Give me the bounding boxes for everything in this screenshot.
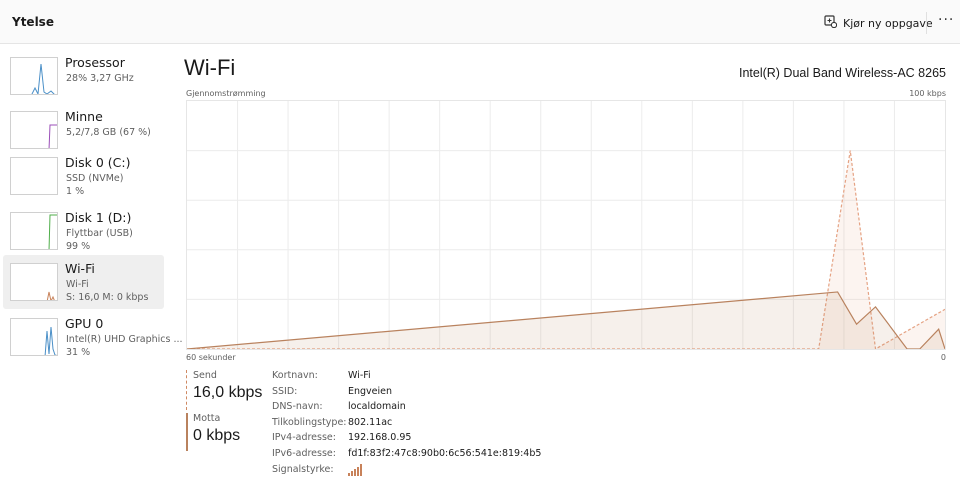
send-stat: Send 16,0 kbps xyxy=(186,370,262,410)
sidebar-item-detail: 28% 3,27 GHz xyxy=(66,73,134,84)
memory-mini-graph xyxy=(10,111,58,149)
property-key: SSID: xyxy=(272,385,298,397)
chart-y-max: 100 kbps xyxy=(909,89,946,98)
sidebar-item-cpu[interactable]: Prosessor 28% 3,27 GHz xyxy=(3,49,164,103)
sidebar-item-usage: 1 % xyxy=(66,186,85,197)
chart-x-label: 60 sekunder xyxy=(186,353,236,362)
signal-strength-icon xyxy=(348,463,362,479)
chart-x-min: 0 xyxy=(940,353,946,362)
property-key: Tilkoblingstype: xyxy=(272,416,347,428)
send-value: 16,0 kbps xyxy=(193,384,263,401)
sidebar-item-detail: 5,2/7,8 GB (67 %) xyxy=(66,127,151,138)
throughput-chart-svg xyxy=(186,101,946,350)
chart-y-label: Gjennomstrømming xyxy=(186,89,266,98)
property-key: IPv4-adresse: xyxy=(272,432,336,444)
property-key: DNS-navn: xyxy=(272,401,323,413)
sidebar-item-label: Wi-Fi xyxy=(65,261,95,276)
run-new-task-button[interactable]: Kjør ny oppgave xyxy=(824,14,933,32)
chart-series-area-1 xyxy=(187,291,945,349)
send-label: Send xyxy=(193,370,217,381)
property-value: Wi-Fi xyxy=(348,370,371,381)
adapter-name: Intel(R) Dual Band Wireless-AC 8265 xyxy=(738,66,946,80)
sidebar: Prosessor 28% 3,27 GHz Minne 5,2/7,8 GB … xyxy=(0,44,183,490)
property-key: IPv6-adresse: xyxy=(272,447,336,459)
cpu-mini-graph xyxy=(10,57,58,95)
top-bar: Ytelse Kjør ny oppgave ··· xyxy=(0,0,960,44)
sidebar-item-disk1[interactable]: Disk 1 (D:) Flyttbar (USB) 99 % xyxy=(3,204,164,258)
sidebar-item-gpu[interactable]: GPU 0 Intel(R) UHD Graphics ... 31 % xyxy=(3,310,183,364)
property-value: 192.168.0.95 xyxy=(348,432,412,444)
page-title: Ytelse xyxy=(12,15,54,29)
sidebar-item-usage: S: 16,0 M: 0 kbps xyxy=(66,292,149,303)
gpu-mini-graph xyxy=(10,318,58,356)
sidebar-item-label: Disk 0 (C:) xyxy=(65,155,131,170)
disk0-mini-graph xyxy=(10,157,58,195)
sidebar-item-label: Minne xyxy=(65,109,103,124)
receive-label: Motta xyxy=(193,413,221,424)
sidebar-item-disk0[interactable]: Disk 0 (C:) SSD (NVMe) 1 % xyxy=(3,149,164,203)
toolbar-divider xyxy=(926,12,927,34)
sidebar-item-detail: Wi-Fi xyxy=(66,279,89,290)
receive-value: 0 kbps xyxy=(193,427,241,444)
sidebar-item-detail: SSD (NVMe) xyxy=(66,173,124,184)
sidebar-item-usage: 99 % xyxy=(66,241,91,252)
sidebar-item-detail: Intel(R) UHD Graphics ... xyxy=(66,334,183,345)
property-value: 802.11ac xyxy=(348,416,393,428)
sidebar-item-usage: 31 % xyxy=(66,347,91,358)
sidebar-item-label: GPU 0 xyxy=(65,316,104,331)
sidebar-item-label: Disk 1 (D:) xyxy=(65,210,132,225)
property-value: Engveien xyxy=(348,385,393,397)
disk1-mini-graph xyxy=(10,212,58,250)
property-value: fd1f:83f2:47c8:90b0:6c56:541e:819:4b5 xyxy=(348,447,542,459)
property-value: localdomain xyxy=(348,401,406,413)
wifi-mini-graph xyxy=(10,263,58,301)
sidebar-item-label: Prosessor xyxy=(65,55,125,70)
property-key: Kortnavn: xyxy=(272,370,318,381)
run-new-task-label: Kjør ny oppgave xyxy=(843,16,933,30)
sidebar-item-detail: Flyttbar (USB) xyxy=(66,228,133,239)
more-options-icon[interactable]: ··· xyxy=(938,12,954,28)
device-title: Wi-Fi xyxy=(184,55,236,80)
property-key: Signalstyrke: xyxy=(272,463,334,475)
throughput-chart xyxy=(186,100,946,350)
receive-stat: Motta 0 kbps xyxy=(186,413,240,451)
sidebar-item-wifi[interactable]: Wi-Fi Wi-Fi S: 16,0 M: 0 kbps xyxy=(3,255,164,309)
run-task-icon xyxy=(824,15,838,31)
